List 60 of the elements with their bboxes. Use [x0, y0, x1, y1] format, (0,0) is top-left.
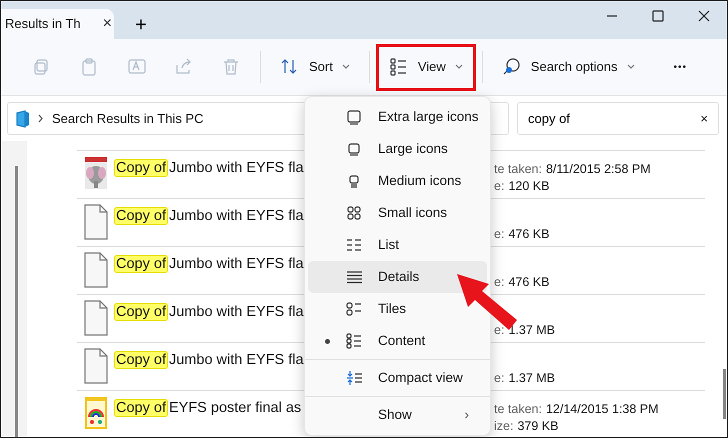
- clear-search-button[interactable]: ×: [700, 108, 708, 128]
- menu-item[interactable]: Show ›: [308, 399, 487, 431]
- search-field[interactable]: copy of ×: [517, 102, 719, 135]
- grid-icon: [346, 204, 363, 222]
- details-icon: [346, 268, 363, 286]
- date-taken-label: te taken:: [494, 402, 542, 416]
- size-label: ize:: [494, 419, 514, 433]
- monitor-icon: [346, 108, 363, 126]
- size-label: e:: [494, 179, 504, 193]
- size-value: 120 KB: [508, 179, 550, 193]
- menu-item[interactable]: Details: [308, 261, 487, 293]
- chevron-down-icon: [342, 64, 350, 70]
- list-icon: [346, 236, 363, 254]
- close-tab-button[interactable]: ×: [102, 12, 112, 36]
- chevron-down-icon: [626, 64, 635, 70]
- menu-item[interactable]: Content: [308, 325, 487, 357]
- scrollbar-thumb[interactable]: [723, 369, 726, 419]
- file-name[interactable]: Copy of Jumbo with EYFS fla: [114, 302, 304, 324]
- more-button[interactable]: •••: [666, 48, 696, 86]
- size-label: e:: [494, 371, 504, 385]
- compact-icon: [346, 370, 363, 386]
- menu-item[interactable]: Medium icons: [308, 165, 487, 197]
- menu-item[interactable]: Compact view: [308, 362, 487, 394]
- menu-item[interactable]: List: [308, 229, 487, 261]
- new-tab-button[interactable]: +: [114, 9, 168, 39]
- file-name[interactable]: Copy of Jumbo with EYFS fla: [114, 254, 304, 276]
- search-button[interactable]: Search options: [494, 48, 643, 86]
- chevron-right-icon: [38, 114, 44, 123]
- search-icon: [502, 57, 522, 77]
- size-label: e:: [494, 227, 504, 241]
- scrollbar[interactable]: [15, 166, 18, 437]
- tab[interactable]: Results in Th ×: [1, 9, 114, 39]
- view-icon: [388, 57, 409, 77]
- menu-item[interactable]: Small icons: [308, 197, 487, 229]
- tiles-icon: [346, 300, 363, 318]
- date-taken-value: 12/14/2015 1:38 PM: [546, 402, 659, 416]
- file-name[interactable]: Copy of Jumbo with EYFS fla: [114, 350, 304, 372]
- size-value: 379 KB: [517, 419, 558, 433]
- size-label: e:: [494, 323, 504, 337]
- date-taken-value: 8/11/2015 2:58 PM: [546, 162, 651, 176]
- sort-button[interactable]: Sort: [272, 48, 358, 86]
- address-text: Search Results in This PC: [52, 110, 204, 128]
- chevron-right-icon: ›: [464, 404, 469, 426]
- tab-label: Results in Th: [5, 15, 81, 34]
- size-value: 476 KB: [508, 275, 550, 289]
- file-name[interactable]: Copy of Jumbo with EYFS fla: [114, 158, 304, 180]
- size-value: 1.37 MB: [508, 323, 555, 337]
- content-icon: [346, 332, 363, 350]
- chevron-down-icon: [454, 64, 463, 70]
- menu-item[interactable]: Extra large icons: [308, 101, 487, 133]
- menu-item[interactable]: Tiles: [308, 293, 487, 325]
- view-button[interactable]: View: [380, 48, 471, 86]
- size-label: e:: [494, 275, 504, 289]
- file-name[interactable]: Copy of EYFS poster final as: [114, 398, 304, 420]
- this-pc-icon: [16, 110, 30, 128]
- menu-item[interactable]: Large icons: [308, 133, 487, 165]
- date-taken-label: te taken:: [494, 162, 542, 176]
- size-value: 476 KB: [508, 227, 550, 241]
- file-name[interactable]: Copy of Jumbo with EYFS fla: [114, 206, 304, 228]
- size-value: 1.37 MB: [508, 371, 555, 385]
